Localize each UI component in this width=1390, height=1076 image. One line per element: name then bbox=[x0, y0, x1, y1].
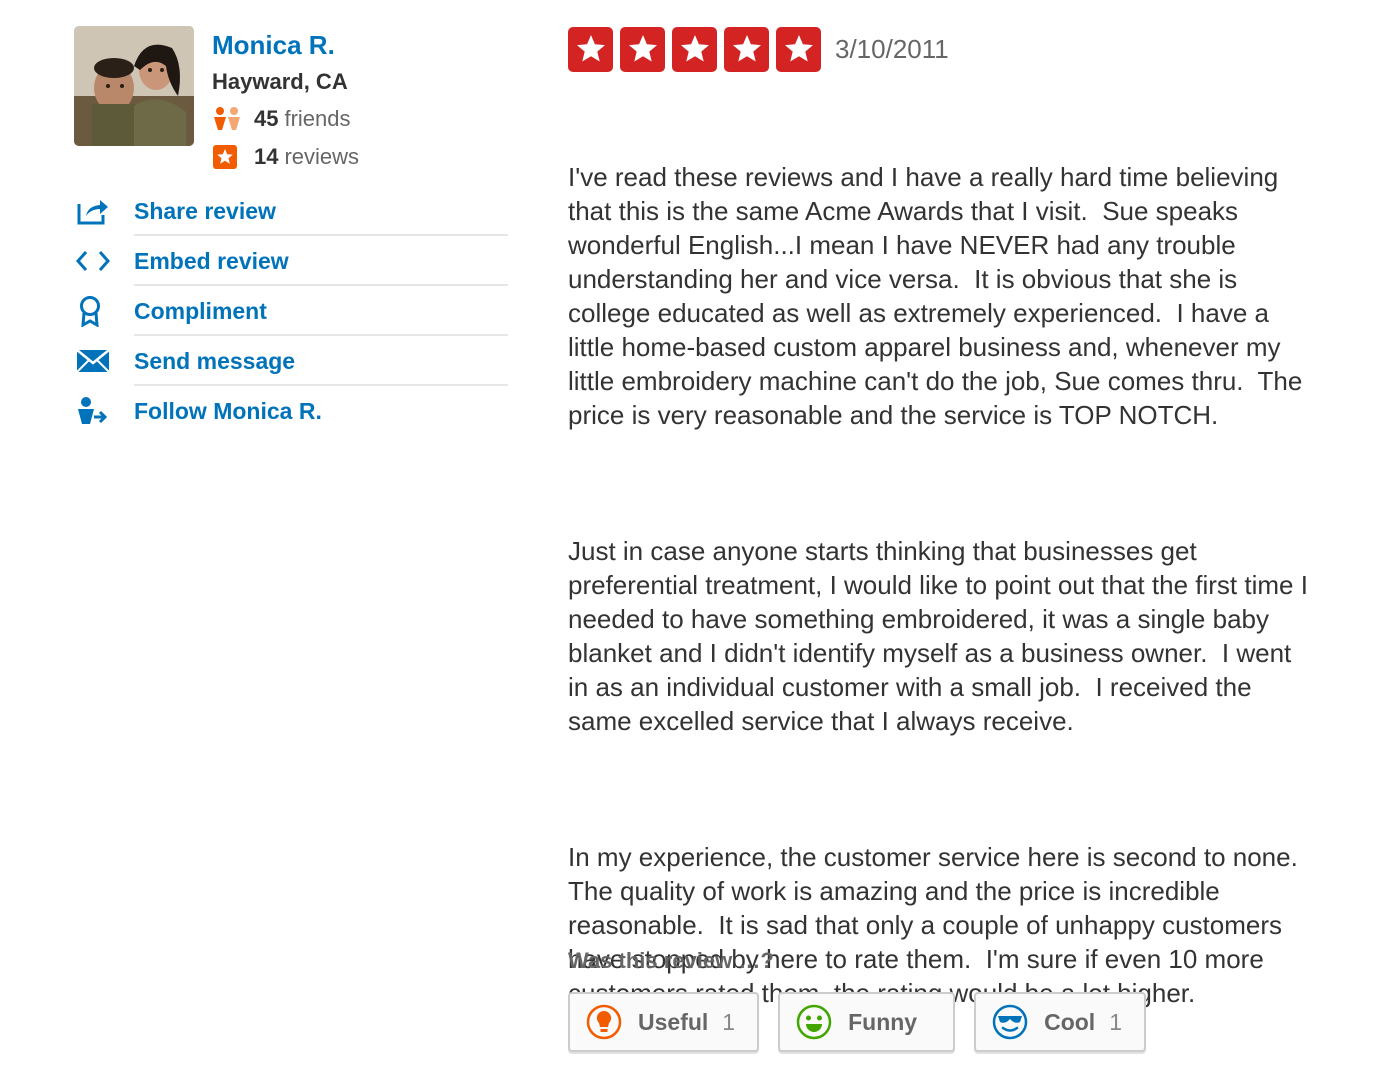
review-paragraph: Just in case anyone starts thinking that… bbox=[568, 536, 1316, 736]
follow-user-label: Follow Monica R. bbox=[134, 397, 322, 424]
avatar-photo bbox=[74, 26, 194, 146]
rating-star-icon bbox=[776, 26, 821, 72]
cool-count: 1 bbox=[1109, 1008, 1122, 1035]
funny-button[interactable]: Funny bbox=[778, 992, 956, 1052]
review-content: 3/10/2011 I've read these reviews and I … bbox=[568, 26, 1328, 1076]
share-review-label: Share review bbox=[134, 197, 276, 224]
vote-question: Was this review …? bbox=[568, 948, 774, 973]
friends-count: 45 bbox=[254, 106, 279, 131]
funny-label: Funny bbox=[848, 1008, 918, 1035]
follow-icon bbox=[74, 386, 134, 436]
review-actions: Share review Embed review Compliment Sen… bbox=[74, 186, 508, 436]
reviews-label: reviews bbox=[284, 144, 360, 169]
rating-star-icon bbox=[620, 26, 665, 72]
friends-label: friends bbox=[284, 106, 351, 131]
embed-review-button[interactable]: Embed review bbox=[74, 236, 508, 286]
review-star-icon bbox=[212, 144, 242, 170]
reviews-count: 14 bbox=[254, 144, 279, 169]
review-date: 3/10/2011 bbox=[835, 33, 949, 64]
rating-star-icon bbox=[724, 26, 769, 72]
share-review-button[interactable]: Share review bbox=[74, 186, 508, 236]
send-message-button[interactable]: Send message bbox=[74, 336, 508, 386]
review-text: I've read these reviews and I have a rea… bbox=[568, 92, 1318, 1076]
envelope-icon bbox=[74, 336, 134, 386]
user-info: Monica R. Hayward, CA 45 friends 14 revi… bbox=[212, 26, 512, 176]
user-location: Hayward, CA bbox=[212, 69, 348, 94]
friends-icon bbox=[212, 106, 242, 132]
rating-star-icon bbox=[568, 26, 613, 72]
cool-button[interactable]: Cool 1 bbox=[974, 992, 1146, 1052]
friends-stat: 45 friends bbox=[212, 100, 512, 138]
compliment-label: Compliment bbox=[134, 297, 267, 324]
smiley-icon bbox=[796, 1004, 832, 1040]
share-icon bbox=[74, 186, 134, 236]
follow-user-button[interactable]: Follow Monica R. bbox=[74, 386, 508, 436]
reviews-stat: 14 reviews bbox=[212, 138, 512, 176]
review-paragraph: I've read these reviews and I have a rea… bbox=[568, 162, 1310, 430]
star-rating bbox=[568, 26, 821, 72]
user-name-link[interactable]: Monica R. bbox=[212, 26, 512, 64]
compliment-button[interactable]: Compliment bbox=[74, 286, 508, 336]
cool-label: Cool bbox=[1044, 1008, 1096, 1035]
vote-buttons: Useful 1 Funny Cool 1 bbox=[568, 992, 1146, 1052]
lightbulb-icon bbox=[586, 1004, 622, 1040]
useful-label: Useful bbox=[638, 1008, 709, 1035]
compliment-icon bbox=[74, 286, 134, 336]
send-message-label: Send message bbox=[134, 347, 296, 374]
rating-row: 3/10/2011 bbox=[568, 26, 1328, 72]
useful-button[interactable]: Useful 1 bbox=[568, 992, 760, 1052]
useful-count: 1 bbox=[722, 1008, 736, 1035]
review-paragraph: In my experience, the customer service h… bbox=[568, 842, 1298, 1008]
rating-star-icon bbox=[672, 26, 717, 72]
user-avatar[interactable] bbox=[74, 26, 194, 146]
sunglasses-icon bbox=[992, 1004, 1028, 1040]
embed-review-label: Embed review bbox=[134, 247, 289, 274]
embed-icon bbox=[74, 236, 134, 286]
